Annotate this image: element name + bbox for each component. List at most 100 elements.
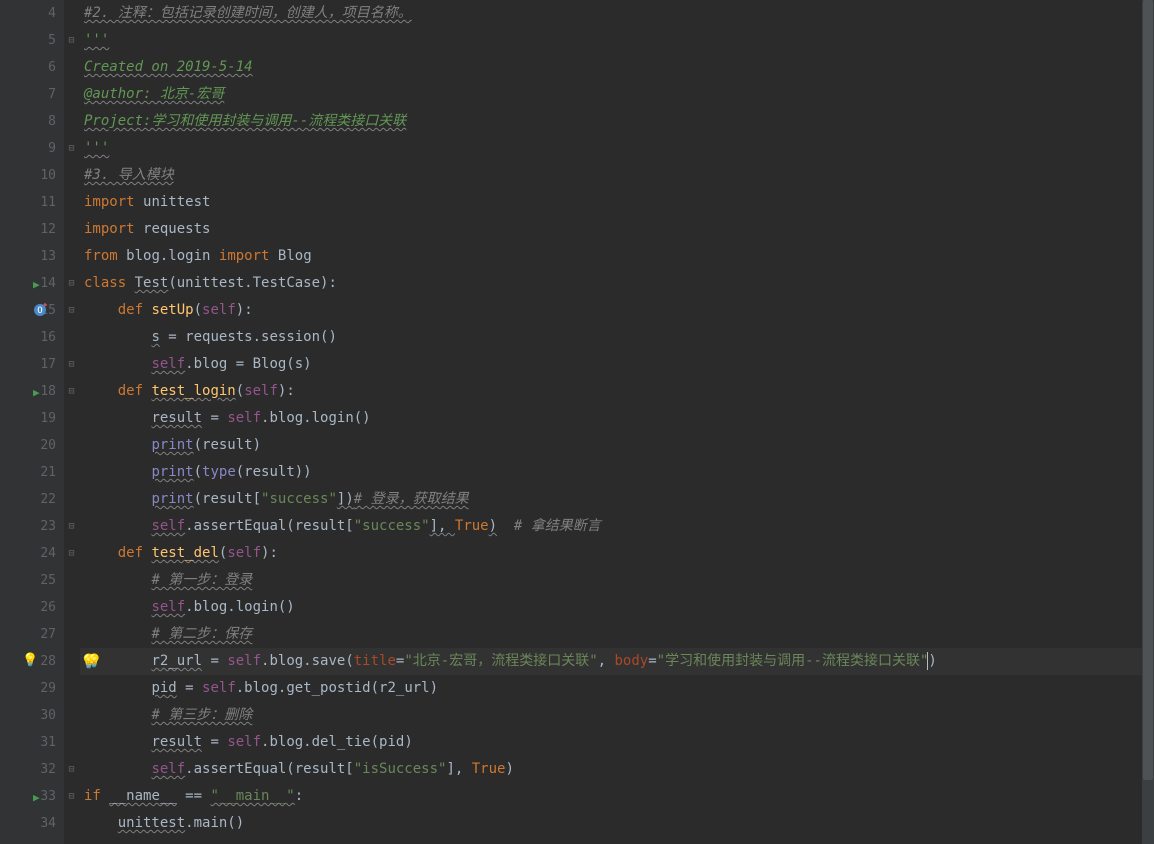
token: unittest xyxy=(118,815,185,831)
module: blog.login xyxy=(126,248,210,264)
string: "北京-宏哥，流程类接口关联" xyxy=(404,653,597,669)
token: .main() xyxy=(185,815,244,831)
fold-toggle-icon[interactable]: ⊟ xyxy=(66,764,77,775)
code-line[interactable]: Project:学习和使用封装与调用--流程类接口关联 xyxy=(80,108,1142,135)
token: self xyxy=(227,410,261,426)
code-line[interactable]: print(result["success"])# 登录，获取结果 xyxy=(80,486,1142,513)
code-area[interactable]: 💡 #2. 注释：包括记录创建时间，创建人，项目名称。 ''' Created on … xyxy=(80,0,1142,844)
token: ) xyxy=(928,653,936,669)
code-line[interactable]: self.blog.login() xyxy=(80,594,1142,621)
fold-toggle-icon[interactable]: ⊟ xyxy=(66,386,77,397)
keyword: if xyxy=(84,788,101,804)
token: type xyxy=(202,464,236,480)
fold-toggle-icon[interactable]: ⊟ xyxy=(66,278,77,289)
fold-column[interactable]: ⊟⊟⊟⊟⊟⊟⊟⊟⊟⊟💡 xyxy=(64,0,80,844)
code-line[interactable]: # 第二步：保存 xyxy=(80,621,1142,648)
comment: # 第二步：保存 xyxy=(151,626,252,642)
code-line[interactable]: print(type(result)) xyxy=(80,459,1142,486)
code-line[interactable]: if __name__ == "__main__": xyxy=(80,783,1142,810)
fold-toggle-icon[interactable]: ⊟ xyxy=(66,35,77,46)
fold-toggle-icon[interactable]: ⊟ xyxy=(66,548,77,559)
function-name: test_del xyxy=(151,545,218,561)
docstring: Created on 2019-5-14 xyxy=(84,59,253,75)
keyword: True xyxy=(455,518,489,534)
code-line[interactable]: self.blog = Blog(s) xyxy=(80,351,1142,378)
token: unittest.TestCase xyxy=(177,275,320,291)
comment: #3. 导入模块 xyxy=(84,167,174,183)
token: __name__ xyxy=(109,788,176,804)
fold-toggle-icon[interactable]: ⊟ xyxy=(66,521,77,532)
code-line[interactable]: Created on 2019-5-14 xyxy=(80,54,1142,81)
token: .assertEqual(result[ xyxy=(185,518,354,534)
comment: # 第一步：登录 xyxy=(151,572,252,588)
keyword: import xyxy=(84,221,135,237)
code-line[interactable]: #3. 导入模块 xyxy=(80,162,1142,189)
token: .blog.get_postid(r2_url) xyxy=(236,680,438,696)
string: "学习和使用封装与调用--流程类接口关联" xyxy=(657,653,929,669)
code-line[interactable]: class Test(unittest.TestCase): xyxy=(80,270,1142,297)
keyword: import xyxy=(219,248,270,264)
code-line[interactable]: self.assertEqual(result["success"], True… xyxy=(80,513,1142,540)
run-test-icon[interactable]: ▶ xyxy=(33,386,40,399)
code-editor[interactable]: 4567891011121314151617181920212223242526… xyxy=(0,0,1154,844)
token: (result[ xyxy=(194,491,261,507)
run-test-icon[interactable]: ▶ xyxy=(33,278,40,291)
token: .blog = Blog(s) xyxy=(185,356,311,372)
code-line[interactable]: s = requests.session() xyxy=(80,324,1142,351)
code-line[interactable]: print(result) xyxy=(80,432,1142,459)
token: self xyxy=(244,383,278,399)
code-line[interactable]: # 第三步：删除 xyxy=(80,702,1142,729)
comment: # 登录，获取结果 xyxy=(354,491,469,507)
code-line[interactable]: result = self.blog.del_tie(pid) xyxy=(80,729,1142,756)
vertical-scrollbar[interactable] xyxy=(1142,0,1154,844)
code-line[interactable]: @author: 北京-宏哥 xyxy=(80,81,1142,108)
function-name: test_login xyxy=(151,383,235,399)
token: self xyxy=(202,680,236,696)
code-line[interactable]: # 第一步：登录 xyxy=(80,567,1142,594)
override-method-icon[interactable]: O xyxy=(33,303,47,317)
code-line[interactable]: def setUp(self): xyxy=(80,297,1142,324)
intention-bulb-icon[interactable]: 💡 xyxy=(86,654,102,669)
code-line[interactable]: import requests xyxy=(80,216,1142,243)
code-line[interactable]: result = self.blog.login() xyxy=(80,405,1142,432)
code-line[interactable]: #2. 注释：包括记录创建时间，创建人，项目名称。 xyxy=(80,0,1142,27)
classname: Blog xyxy=(278,248,312,264)
token: ( xyxy=(194,302,202,318)
token: self xyxy=(151,761,185,777)
code-line[interactable]: r2_url = self.blog.save(title="北京-宏哥，流程类… xyxy=(80,648,1142,675)
code-line[interactable]: def test_login(self): xyxy=(80,378,1142,405)
module: requests xyxy=(143,221,210,237)
code-line[interactable]: self.assertEqual(result["isSuccess"], Tr… xyxy=(80,756,1142,783)
builtin: print xyxy=(151,491,193,507)
fold-toggle-icon[interactable]: ⊟ xyxy=(66,791,77,802)
comment: # 拿结果断言 xyxy=(514,518,601,534)
comment: #2. 注释：包括记录创建时间，创建人，项目名称。 xyxy=(84,5,412,21)
code-line[interactable]: ''' xyxy=(80,135,1142,162)
run-test-icon[interactable]: ▶ xyxy=(33,791,40,804)
string: "isSuccess" xyxy=(354,761,447,777)
code-line[interactable]: pid = self.blog.get_postid(r2_url) xyxy=(80,675,1142,702)
variable: result xyxy=(151,410,202,426)
token: : xyxy=(295,788,303,804)
code-line[interactable]: from blog.login import Blog xyxy=(80,243,1142,270)
token: ( xyxy=(236,383,244,399)
code-line[interactable]: def test_del(self): xyxy=(80,540,1142,567)
token: ( xyxy=(168,275,176,291)
fold-toggle-icon[interactable]: ⊟ xyxy=(66,305,77,316)
self-param: self xyxy=(202,302,236,318)
builtin: print xyxy=(151,464,193,480)
token: self xyxy=(227,653,261,669)
intention-bulb-icon[interactable]: 💡 xyxy=(22,653,38,668)
token: self xyxy=(227,545,261,561)
fold-toggle-icon[interactable]: ⊟ xyxy=(66,359,77,370)
module: unittest xyxy=(143,194,210,210)
code-line[interactable]: import unittest xyxy=(80,189,1142,216)
fold-toggle-icon[interactable]: ⊟ xyxy=(66,143,77,154)
code-line[interactable]: ''' xyxy=(80,27,1142,54)
keyword: True xyxy=(472,761,506,777)
scrollbar-thumb[interactable] xyxy=(1143,0,1153,780)
svg-text:O: O xyxy=(37,306,42,316)
token: ): xyxy=(278,383,295,399)
code-line[interactable]: unittest.main() xyxy=(80,810,1142,837)
token: .blog.del_tie(pid) xyxy=(261,734,413,750)
